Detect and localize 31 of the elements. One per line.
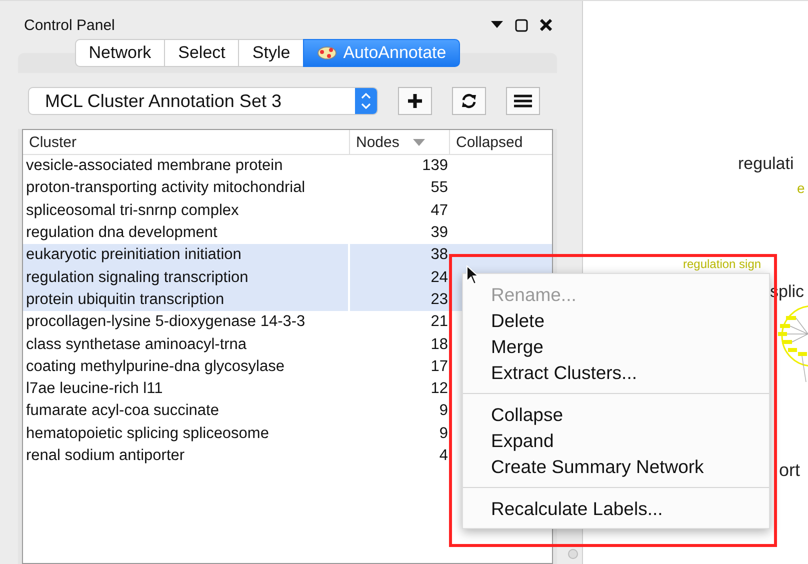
cluster-name: protein ubiquitin transcription <box>23 288 350 312</box>
node-count: 39 <box>430 223 449 244</box>
node-count: 139 <box>421 156 449 176</box>
panel-title: Control Panel <box>24 16 115 34</box>
node-count: 9 <box>438 401 449 422</box>
cluster-name: hematopoietic splicing spliceosome <box>25 424 270 444</box>
node-count: 23 <box>430 290 449 310</box>
cluster-label: regulation sign <box>683 258 762 272</box>
node-count: 55 <box>430 178 449 198</box>
cluster-label: e <box>797 181 805 196</box>
node-count: 47 <box>430 200 449 221</box>
node-count: 12 <box>430 379 449 400</box>
cluster-name: spliceosomal tri-snrnp complex <box>25 200 240 221</box>
node-count: 17 <box>430 356 449 377</box>
cluster-label: regulati <box>738 155 794 174</box>
cluster-label: ort <box>779 461 800 481</box>
cluster-name: coating methylpurine-dna glycosylase <box>25 356 286 377</box>
cluster-name: renal sodium antiporter <box>25 446 186 466</box>
node-count: 4 <box>438 446 449 466</box>
node-count: 24 <box>430 268 449 288</box>
node-count: 38 <box>430 245 449 266</box>
cluster-name: proton-transporting activity mitochondrial <box>25 178 306 198</box>
cluster-name: class synthetase aminoacyl-trna <box>25 334 248 355</box>
cluster-name: regulation dna development <box>25 223 218 244</box>
node-count: 21 <box>430 312 449 332</box>
cluster-name: l7ae leucine-rich l11 <box>25 379 164 400</box>
cluster-name: procollagen-lysine 5-dioxygenase 14-3-3 <box>25 312 306 332</box>
node-count: 9 <box>438 424 449 444</box>
cluster-name: vesicle-associated membrane protein <box>25 156 284 176</box>
node-count: 18 <box>430 334 449 355</box>
cluster-name: fumarate acyl-coa succinate <box>25 401 220 422</box>
